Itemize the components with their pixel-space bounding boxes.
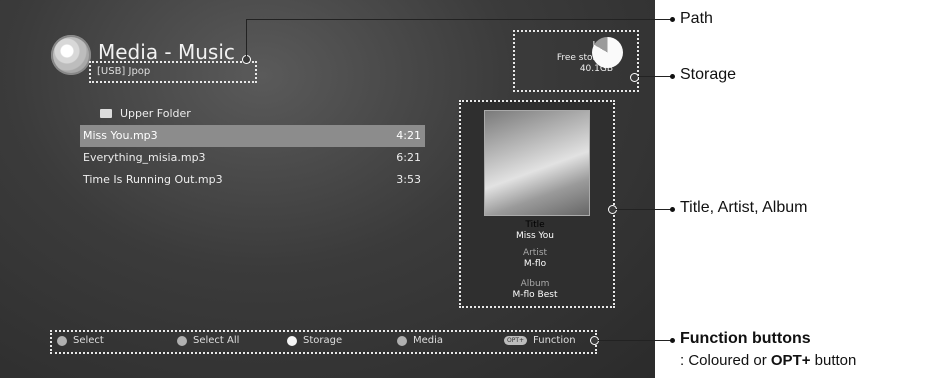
annotation-sub-suffix: button — [810, 352, 857, 369]
annotation-path: Path — [680, 10, 713, 27]
storage-button[interactable]: Storage — [287, 335, 342, 346]
tv-screen: Media - Music [USB] Jpop USB Free storag… — [0, 0, 655, 378]
file-duration: 4:21 — [396, 129, 421, 142]
annotation-sub-prefix: : Coloured or — [680, 352, 771, 369]
media-label: Media — [413, 335, 444, 346]
annotation-function-buttons: Function buttons — [680, 330, 811, 347]
file-name: Everything_misia.mp3 — [83, 151, 206, 164]
function-button[interactable]: OPT+ Function — [504, 335, 576, 346]
function-label: Function — [533, 335, 576, 346]
path-callout-hline — [246, 19, 672, 20]
info-callout-end-dot — [670, 207, 675, 212]
select-all-button[interactable]: Select All — [177, 335, 239, 346]
storage-label: Storage — [303, 335, 343, 346]
function-bar: Select Select All Storage Media OPT+ Func… — [50, 330, 597, 354]
file-name: Time Is Running Out.mp3 — [83, 173, 223, 186]
annotation-title-artist-album: Title, Artist, Album — [680, 199, 808, 216]
music-disc-icon — [51, 35, 91, 75]
file-duration: 3:53 — [396, 173, 421, 186]
path-callout-end-dot — [670, 17, 675, 22]
info-title: Miss You — [515, 231, 555, 241]
select-all-label: Select All — [193, 335, 240, 346]
storage-callout-dot — [630, 73, 639, 82]
path-callout-vline — [246, 19, 247, 57]
info-artist-label: Artist — [522, 248, 548, 258]
green-button-icon — [177, 335, 187, 346]
path-text: [USB] Jpop — [97, 66, 151, 77]
annotation-storage: Storage — [680, 66, 737, 83]
annotation-sub-bold: OPT+ — [770, 352, 811, 369]
list-item[interactable]: Everything_misia.mp3 6:21 — [80, 147, 425, 169]
blue-button-icon — [397, 335, 407, 346]
storage-pie-icon — [592, 37, 623, 68]
select-button[interactable]: Select — [57, 335, 104, 346]
file-list: Upper Folder Miss You.mp3 4:21 Everythin… — [80, 103, 425, 191]
yellow-button-icon — [287, 335, 297, 346]
annotation-function-buttons-sub: : Coloured or OPT+ button — [680, 352, 856, 369]
opt-badge: OPT+ — [504, 336, 528, 345]
storage-callout-line — [638, 76, 672, 77]
upper-folder-label: Upper Folder — [120, 107, 191, 120]
info-callout-line — [615, 209, 672, 210]
album-art — [484, 110, 590, 216]
info-album-label: Album — [520, 279, 550, 289]
file-name: Miss You.mp3 — [83, 129, 158, 142]
info-album: M-flo Best — [512, 290, 558, 300]
info-title-label: Title — [525, 220, 545, 230]
function-callout-end-dot — [670, 338, 675, 343]
list-item[interactable]: Miss You.mp3 4:21 — [80, 125, 425, 147]
storage-callout-end-dot — [670, 74, 675, 79]
upper-folder-item[interactable]: Upper Folder — [80, 103, 425, 125]
function-callout-line — [598, 340, 672, 341]
media-button[interactable]: Media — [397, 335, 443, 346]
list-item[interactable]: Time Is Running Out.mp3 3:53 — [80, 169, 425, 191]
red-button-icon — [57, 335, 67, 346]
select-label: Select — [73, 335, 104, 346]
file-duration: 6:21 — [396, 151, 421, 164]
folder-icon — [100, 109, 112, 118]
info-artist: M-flo — [523, 259, 547, 269]
